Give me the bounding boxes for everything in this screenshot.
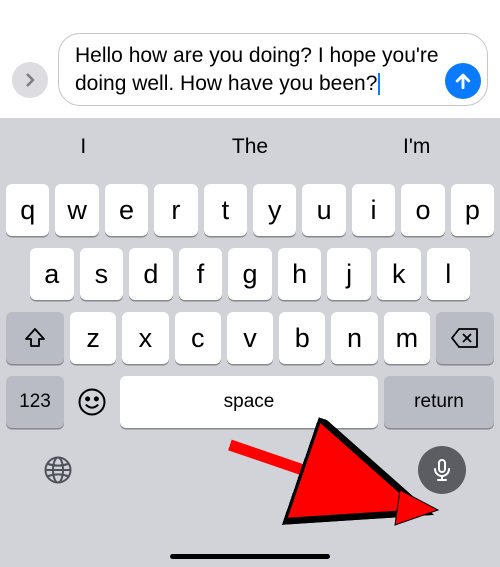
shift-icon — [23, 326, 47, 350]
key-row-bottom: 123 space return — [0, 376, 500, 428]
key-z[interactable]: z — [70, 312, 116, 364]
key-i[interactable]: i — [352, 184, 395, 236]
key-v[interactable]: v — [227, 312, 273, 364]
key-e[interactable]: e — [105, 184, 148, 236]
suggestion-1[interactable]: I — [0, 135, 167, 159]
key-h[interactable]: h — [278, 248, 322, 300]
chevron-right-icon — [21, 71, 39, 89]
key-n[interactable]: n — [331, 312, 377, 364]
key-l[interactable]: l — [427, 248, 471, 300]
key-y[interactable]: y — [253, 184, 296, 236]
home-indicator[interactable] — [170, 554, 330, 559]
key-q[interactable]: q — [6, 184, 49, 236]
key-m[interactable]: m — [384, 312, 430, 364]
text-cursor — [378, 73, 380, 95]
key-d[interactable]: d — [129, 248, 173, 300]
globe-icon — [43, 455, 73, 485]
key-u[interactable]: u — [302, 184, 345, 236]
message-text: Hello how are you doing? I hope you're d… — [75, 44, 439, 94]
message-input[interactable]: Hello how are you doing? I hope you're d… — [58, 33, 488, 106]
numbers-key[interactable]: 123 — [6, 376, 64, 428]
microphone-icon — [430, 458, 454, 482]
return-key[interactable]: return — [384, 376, 494, 428]
key-j[interactable]: j — [327, 248, 371, 300]
arrow-up-icon — [453, 71, 473, 91]
backspace-icon — [451, 327, 479, 349]
emoji-icon — [77, 387, 107, 417]
key-w[interactable]: w — [55, 184, 98, 236]
key-a[interactable]: a — [30, 248, 74, 300]
emoji-key[interactable] — [70, 376, 114, 428]
key-p[interactable]: p — [451, 184, 494, 236]
key-k[interactable]: k — [377, 248, 421, 300]
dictation-button[interactable] — [418, 446, 466, 494]
keyboard-footer — [0, 428, 500, 494]
key-row-2: a s d f g h j k l — [0, 248, 500, 300]
key-r[interactable]: r — [154, 184, 197, 236]
key-x[interactable]: x — [122, 312, 168, 364]
key-s[interactable]: s — [80, 248, 124, 300]
backspace-key[interactable] — [436, 312, 494, 364]
key-o[interactable]: o — [401, 184, 444, 236]
key-t[interactable]: t — [204, 184, 247, 236]
suggestion-3[interactable]: I'm — [333, 135, 500, 159]
compose-area: Hello how are you doing? I hope you're d… — [0, 0, 500, 118]
key-row-3: z x c v b n m — [0, 312, 500, 364]
suggestion-2[interactable]: The — [167, 135, 334, 159]
keyboard: I The I'm q w e r t y u i o p a s d f g … — [0, 118, 500, 567]
key-b[interactable]: b — [279, 312, 325, 364]
expand-button[interactable] — [12, 62, 48, 98]
suggestion-bar: I The I'm — [0, 122, 500, 172]
send-button[interactable] — [445, 63, 481, 99]
key-c[interactable]: c — [175, 312, 221, 364]
globe-key[interactable] — [34, 446, 82, 494]
shift-key[interactable] — [6, 312, 64, 364]
space-key[interactable]: space — [120, 376, 378, 428]
key-f[interactable]: f — [179, 248, 223, 300]
key-row-1: q w e r t y u i o p — [0, 184, 500, 236]
key-g[interactable]: g — [228, 248, 272, 300]
